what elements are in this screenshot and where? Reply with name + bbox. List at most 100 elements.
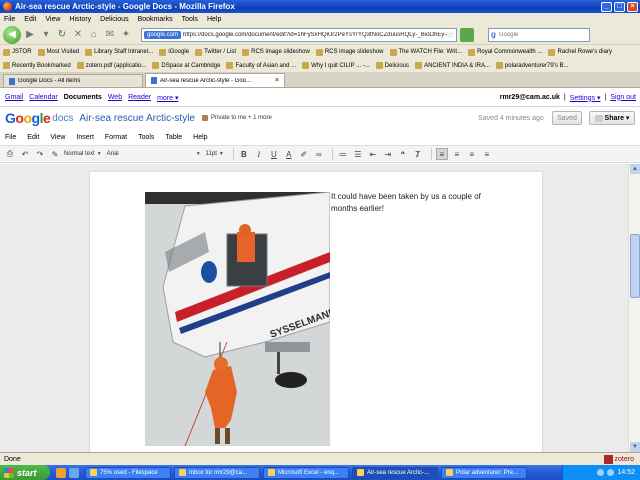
bookmark-item[interactable]: The WATCH File: Writ... — [389, 48, 462, 56]
print-icon[interactable]: ⎙ — [4, 148, 16, 160]
quick-launch-firefox-icon[interactable] — [56, 467, 66, 478]
decrease-indent-icon[interactable]: ⇤ — [367, 148, 379, 160]
link-more[interactable]: more ▾ — [157, 94, 178, 102]
paint-format-icon[interactable]: ✎ — [49, 148, 61, 160]
search-input[interactable] — [498, 31, 574, 38]
tab-air-sea-rescue[interactable]: Air-sea rescue Arctic-style - Goo... × — [145, 73, 285, 87]
bookmark-item[interactable]: zotero.pdf (applicatio... — [76, 62, 146, 69]
taskbar-item-air-sea-rescue[interactable]: Air-sea rescue Arctic-... — [352, 466, 438, 479]
settings-link[interactable]: Settings ▾ — [570, 94, 601, 102]
zotero-icon[interactable] — [603, 454, 613, 464]
menu-view[interactable]: View — [45, 16, 60, 23]
google-search-engine-icon[interactable]: g — [491, 30, 496, 39]
bookmark-item[interactable]: iGoogle — [159, 48, 189, 56]
bookmark-item[interactable]: Recently Bookmarked — [3, 62, 71, 69]
sign-out-link[interactable]: Sign out — [610, 94, 636, 102]
blockquote-icon[interactable]: ❝ — [397, 148, 409, 160]
privacy-status[interactable]: Private to me + 1 more — [211, 115, 272, 121]
close-window-button[interactable]: × — [627, 1, 638, 12]
menu-bookmarks[interactable]: Bookmarks — [138, 16, 173, 23]
menu-tools[interactable]: Tools — [182, 16, 198, 23]
align-right-icon[interactable]: ≡ — [466, 148, 478, 160]
menu-history[interactable]: History — [69, 16, 91, 23]
redo-icon[interactable]: ↷ — [34, 148, 46, 160]
document-vertical-scrollbar[interactable]: ▲ ▼ — [628, 164, 640, 452]
highlight-icon[interactable]: ✐ — [298, 148, 310, 160]
docs-menu-help[interactable]: Help — [193, 134, 207, 141]
font-select[interactable]: Arial ▼ — [107, 148, 201, 160]
docs-menu-edit[interactable]: Edit — [27, 134, 39, 141]
maximize-button[interactable]: □ — [614, 1, 625, 12]
tray-volume-icon[interactable] — [607, 469, 615, 476]
italic-button[interactable]: I — [253, 148, 265, 160]
window-titlebar[interactable]: Air-sea rescue Arctic-style - Google Doc… — [0, 0, 640, 13]
increase-indent-icon[interactable]: ⇥ — [382, 148, 394, 160]
bookmark-item[interactable]: Royal Commonwealth ... — [468, 48, 542, 56]
close-tab-icon[interactable]: × — [275, 77, 279, 84]
bookmark-item[interactable]: Library Staff Intranet... — [85, 48, 153, 56]
bookmark-item[interactable]: Delicious — [375, 62, 409, 69]
document-title[interactable]: Air-sea rescue Arctic-style — [79, 113, 195, 124]
docs-menu-view[interactable]: View — [50, 134, 65, 141]
bookmark-item[interactable]: Most Visited — [37, 48, 79, 56]
bookmark-item[interactable]: Faculty of Asian and ... — [226, 62, 296, 69]
clock[interactable]: 14:52 — [617, 469, 635, 476]
bookmark-item[interactable]: RCS image slideshow — [242, 48, 310, 56]
rescue-helicopter-image[interactable]: SYSSELMANNEN — [145, 192, 330, 446]
start-button[interactable]: start — [0, 465, 50, 480]
taskbar-item-inbox[interactable]: Inbox for rmr29@ca... — [174, 466, 260, 479]
bookmark-item[interactable]: Twitter / List — [195, 48, 236, 56]
scroll-up-arrow-icon[interactable]: ▲ — [630, 164, 640, 174]
font-size-select[interactable]: 11pt ▼ — [206, 148, 224, 160]
style-select[interactable]: Normal text ▼ — [64, 148, 102, 160]
link-icon[interactable]: ∞ — [313, 148, 325, 160]
star-icon[interactable]: ☆ — [447, 30, 454, 39]
align-justify-icon[interactable]: ≡ — [481, 148, 493, 160]
link-gmail[interactable]: Gmail — [5, 94, 23, 101]
scroll-down-arrow-icon[interactable]: ▼ — [630, 442, 640, 452]
bookmark-item[interactable]: Rachel Rowe's diary — [548, 48, 612, 56]
bookmark-item[interactable]: polaradventurer79's B... — [495, 62, 568, 69]
tray-network-icon[interactable] — [597, 469, 605, 476]
menu-edit[interactable]: Edit — [24, 16, 36, 23]
saved-button[interactable]: Saved — [552, 111, 582, 125]
link-reader[interactable]: Reader — [128, 94, 151, 101]
undo-icon[interactable]: ↶ — [19, 148, 31, 160]
bookmark-item[interactable]: RCS image slideshow — [315, 48, 384, 56]
back-arrow-icon[interactable]: ◀ — [3, 25, 21, 44]
docs-menu-tools[interactable]: Tools — [138, 134, 154, 141]
quick-launch-ie-icon[interactable] — [69, 467, 79, 478]
home-icon[interactable]: ⌂ — [87, 28, 101, 42]
bookmark-item[interactable]: DSpace at Cambridge — [152, 62, 220, 69]
document-page[interactable]: SYSSELMANNEN It could have been taken by… — [90, 172, 542, 452]
document-body-text[interactable]: It could have been taken by us a couple … — [331, 191, 496, 215]
bookmark-item[interactable]: JSTOR — [3, 48, 32, 56]
taskbar-item-excel[interactable]: Microsoft Excel - enq... — [263, 466, 349, 479]
scrollbar-thumb[interactable] — [630, 234, 640, 298]
zotero-label[interactable]: zotero — [615, 456, 634, 463]
bulleted-list-icon[interactable]: ☰ — [352, 148, 364, 160]
docs-menu-insert[interactable]: Insert — [76, 134, 94, 141]
taskbar-item-filespace[interactable]: 75% used - Filespace — [85, 466, 171, 479]
reload-icon[interactable]: ↻ — [55, 28, 69, 42]
dropdown-arrow-icon[interactable]: ▾ — [39, 28, 53, 42]
numbered-list-icon[interactable]: ≔ — [337, 148, 349, 160]
bookmark-page-icon[interactable]: ✉ — [103, 28, 117, 42]
stop-icon[interactable]: ✕ — [71, 28, 85, 42]
link-web[interactable]: Web — [108, 94, 122, 101]
minimize-button[interactable]: _ — [601, 1, 612, 12]
bookmark-item[interactable]: Why I quit CILIP ... -... — [302, 62, 370, 69]
google-logo[interactable]: Google — [5, 110, 51, 126]
menu-delicious[interactable]: Delicious — [100, 16, 128, 23]
bookmark-item[interactable]: ANCIENT INDIA & IRA... — [415, 62, 490, 69]
go-button[interactable] — [460, 27, 474, 42]
text-color-button[interactable]: A — [283, 148, 295, 160]
url-text[interactable]: https://docs.google.com/document/edit?id… — [183, 32, 447, 38]
search-bar[interactable]: g — [488, 27, 590, 42]
tab-google-docs-all-items[interactable]: Google Docs - All items — [3, 74, 143, 87]
docs-menu-format[interactable]: Format — [105, 134, 127, 141]
docs-menu-file[interactable]: File — [5, 134, 16, 141]
link-calendar[interactable]: Calendar — [29, 94, 57, 101]
share-button[interactable]: Share ▾ — [589, 111, 635, 125]
align-center-icon[interactable]: ≡ — [451, 148, 463, 160]
